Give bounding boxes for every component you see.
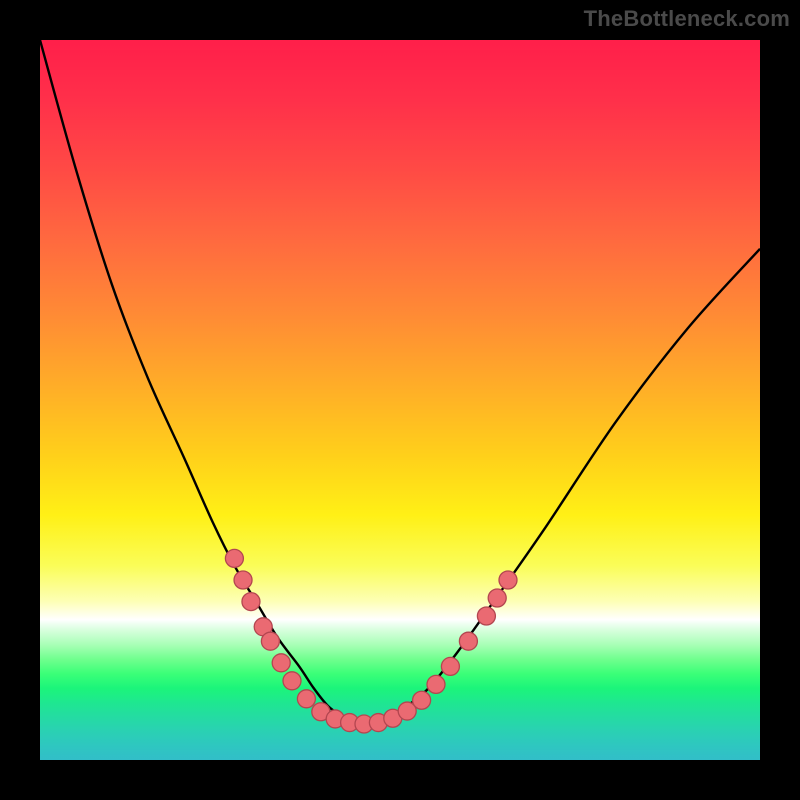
plot-area <box>40 40 760 760</box>
data-marker <box>441 657 459 675</box>
data-marker <box>413 691 431 709</box>
bottleneck-curve <box>40 40 760 724</box>
watermark-text: TheBottleneck.com <box>584 6 790 32</box>
data-marker <box>234 571 252 589</box>
data-marker <box>427 675 445 693</box>
data-marker <box>488 589 506 607</box>
data-marker <box>272 654 290 672</box>
data-marker <box>459 632 477 650</box>
data-marker <box>283 672 301 690</box>
plot-svg <box>40 40 760 760</box>
data-marker <box>477 607 495 625</box>
data-marker <box>242 593 260 611</box>
marker-group <box>225 549 517 733</box>
data-marker <box>261 632 279 650</box>
data-marker <box>225 549 243 567</box>
data-marker <box>499 571 517 589</box>
chart-stage: TheBottleneck.com <box>0 0 800 800</box>
data-marker <box>297 690 315 708</box>
